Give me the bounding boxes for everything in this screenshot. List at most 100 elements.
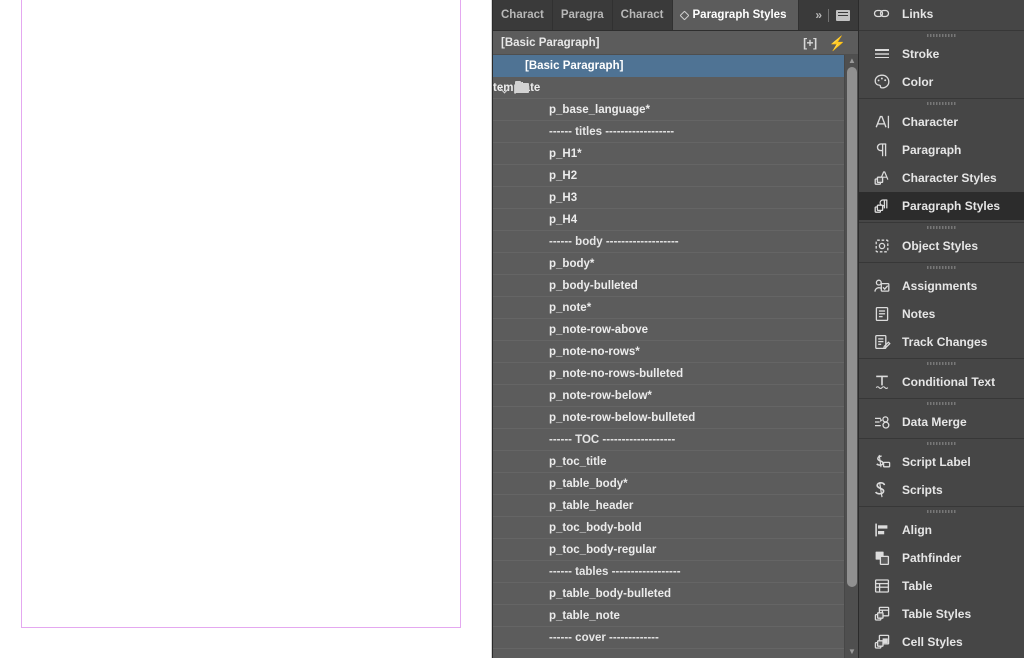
dock-group: Align PathfinderTableTable StylesCell Sty… [859,507,1024,658]
quick-apply-icon[interactable]: ⚡ [829,36,846,50]
style-row[interactable]: p_note-no-rows-bulleted [493,363,858,385]
tab-paragraph-styles[interactable]: Paragraph Styles [673,0,800,30]
dock-item-label: Paragraph [902,143,961,157]
style-separator-row[interactable]: ------ cover ------------- [493,627,858,649]
dock-drag-grip-icon[interactable] [859,399,1024,408]
document-canvas[interactable] [0,0,492,658]
collapse-panel-icon[interactable]: » [815,8,821,22]
dock-item-paragraph-styles[interactable]: Paragraph Styles [859,192,1024,220]
dock-item-paragraph[interactable]: Paragraph [859,136,1024,164]
dock-drag-grip-icon[interactable] [859,223,1024,232]
style-row[interactable]: p_table_header [493,495,858,517]
style-row[interactable]: p_body-bulleted [493,275,858,297]
style-separator-row[interactable]: ------ titles ------------------ [493,121,858,143]
style-row[interactable]: p_body* [493,253,858,275]
panel-scrollbar[interactable]: ▲ ▼ [844,55,858,658]
dock-drag-grip-icon[interactable] [859,263,1024,272]
dock-item-character[interactable]: Character [859,108,1024,136]
style-row[interactable]: p_toc_title [493,451,858,473]
scroll-up-arrow-icon[interactable]: ▲ [845,55,859,67]
dock-item-script-label[interactable]: Script Label [859,448,1024,476]
panel-tab-bar: Charact Paragra Charact Paragraph Styles… [493,0,858,31]
style-separator-row[interactable]: ------ body ------------------- [493,231,858,253]
assignments-icon [871,276,893,296]
table-icon [871,576,893,596]
style-row[interactable]: p_toc_body-bold [493,517,858,539]
style-row[interactable]: p_note* [493,297,858,319]
style-name: ------ tables ------------------ [493,566,681,578]
style-row[interactable]: p_H1* [493,143,858,165]
style-group-row[interactable]: template [493,77,858,99]
dock-item-cell-styles[interactable]: Cell Styles [859,628,1024,656]
tab-character-styles[interactable]: Charact [613,0,673,30]
dock-group: Script LabelScripts [859,439,1024,507]
style-separator-row[interactable]: ------ tables ------------------ [493,561,858,583]
script-label-icon [871,452,893,472]
dock-group: Assignments Notes Track Changes [859,263,1024,359]
style-row[interactable]: p_base_language* [493,99,858,121]
dock-item-character-styles[interactable]: Character Styles [859,164,1024,192]
dock-item-label: Align [902,523,932,537]
panel-tabbar-controls: » [809,0,858,30]
dock-item-align[interactable]: Align [859,516,1024,544]
dock-drag-grip-icon[interactable] [859,507,1024,516]
style-row[interactable]: p_toc_body-regular [493,539,858,561]
folder-icon [515,83,529,93]
dock-item-track-changes[interactable]: Track Changes [859,328,1024,356]
dock-item-data-merge[interactable]: Data Merge [859,408,1024,436]
dock-item-conditional-text[interactable]: Conditional Text [859,368,1024,396]
style-name: p_H3 [493,192,577,204]
indesign-workspace: Charact Paragra Charact Paragraph Styles… [0,0,1024,658]
style-row[interactable]: p_table_note [493,605,858,627]
style-row[interactable]: p_note-no-rows* [493,341,858,363]
dock-item-label: Assignments [902,279,977,293]
style-row[interactable]: p_H3 [493,187,858,209]
dock-drag-grip-icon[interactable] [859,439,1024,448]
paragraph-styles-list[interactable]: [Basic Paragraph]templatep_base_language… [493,55,858,658]
dock-item-label: Color [902,75,933,89]
dock-item-label: Links [902,7,933,21]
style-name: p_table_note [493,610,620,622]
dock-item-assignments[interactable]: Assignments [859,272,1024,300]
style-row[interactable]: p_note-row-below-bulleted [493,407,858,429]
style-name: ------ titles ------------------ [493,126,674,138]
style-separator-row[interactable]: ------ TOC ------------------- [493,429,858,451]
style-row[interactable]: p_note-row-below* [493,385,858,407]
dock-item-label: Notes [902,307,935,321]
style-row[interactable]: p_table_body* [493,473,858,495]
new-style-icon[interactable]: [+] [803,37,817,49]
scroll-down-arrow-icon[interactable]: ▼ [845,646,859,658]
tab-drag-grip-icon [679,10,689,20]
dock-item-notes[interactable]: Notes [859,300,1024,328]
dock-item-color[interactable]: Color [859,68,1024,96]
disclosure-triangle-icon[interactable] [500,83,510,93]
current-style-value: [Basic Paragraph] [501,37,803,49]
style-row[interactable]: p_table_body-bulleted [493,583,858,605]
tab-label: Paragraph Styles [693,9,787,21]
dock-drag-grip-icon[interactable] [859,99,1024,108]
style-row[interactable]: p_H4 [493,209,858,231]
dock-drag-grip-icon[interactable] [859,31,1024,40]
style-row[interactable]: [Basic Paragraph] [493,55,858,77]
cell-styles-icon [871,632,893,652]
dock-item-pathfinder[interactable]: Pathfinder [859,544,1024,572]
dock-item-object-styles[interactable]: Object Styles [859,232,1024,260]
scroll-thumb[interactable] [847,67,857,587]
paragraph-styles-icon [871,196,893,216]
style-actions: [+] ⚡ [803,36,852,50]
style-row[interactable]: p_note-row-above [493,319,858,341]
dock-item-links[interactable]: Links [859,0,1024,28]
dock-item-table-styles[interactable]: Table Styles [859,600,1024,628]
dock-item-scripts[interactable]: Scripts [859,476,1024,504]
style-row[interactable]: p_H2 [493,165,858,187]
style-name: p_note-row-above [493,324,648,336]
style-name: ------ TOC ------------------- [493,434,675,446]
tab-paragraph[interactable]: Paragra [553,0,613,30]
dock-item-stroke[interactable]: Stroke [859,40,1024,68]
dock-item-label: Data Merge [902,415,967,429]
tab-character[interactable]: Charact [493,0,553,30]
dock-group: Stroke Color [859,31,1024,99]
dock-item-table[interactable]: Table [859,572,1024,600]
dock-drag-grip-icon[interactable] [859,359,1024,368]
panel-menu-icon[interactable] [836,10,850,21]
